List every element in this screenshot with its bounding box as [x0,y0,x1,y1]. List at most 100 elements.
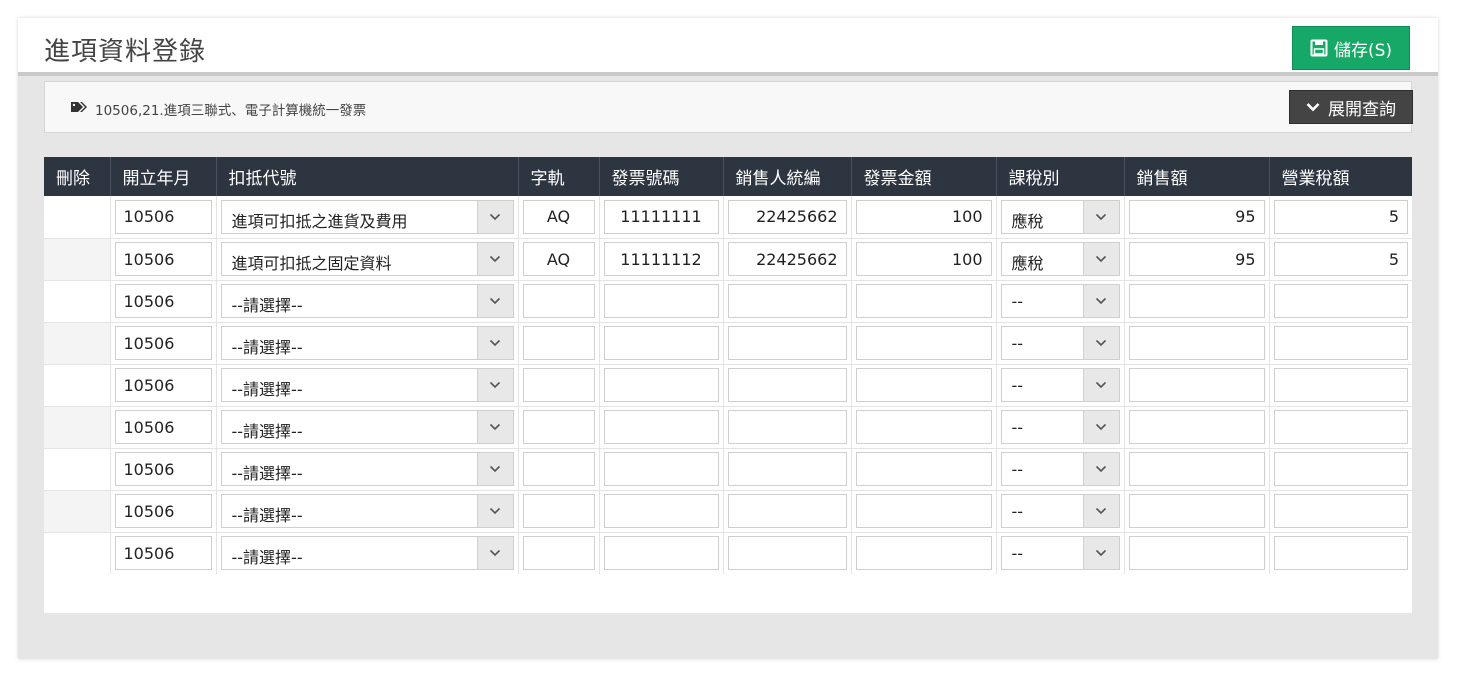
page-title: 進項資料登錄 [44,37,207,67]
month-input[interactable] [114,536,212,571]
seller-id-input[interactable] [727,284,847,318]
delete-cell[interactable] [44,196,110,239]
delete-cell[interactable] [44,490,110,533]
invoice-number-input[interactable] [603,242,719,276]
deduction-code-select[interactable]: --請選擇-- [220,536,514,571]
delete-cell[interactable] [44,322,110,365]
delete-cell[interactable] [44,280,110,323]
month-input[interactable] [114,452,212,486]
delete-cell[interactable] [44,238,110,281]
month-input[interactable] [114,284,212,318]
invoice-amount-input[interactable] [855,536,992,571]
seller-id-input[interactable] [727,326,847,360]
business-tax-input[interactable] [1273,242,1408,276]
dropdown-arrow [476,200,513,233]
tax-type-value: -- [1011,292,1024,311]
sales-amount-input[interactable] [1128,452,1265,486]
delete-cell[interactable] [44,532,110,574]
deduction-code-select[interactable]: 進項可扣抵之固定資料 [220,242,514,276]
deduction-code-select[interactable]: --請選擇-- [220,410,514,444]
invoice-amount-input[interactable] [855,494,992,528]
dropdown-arrow [1082,369,1119,401]
deduction-code-select[interactable]: 進項可扣抵之進貨及費用 [220,199,514,234]
deduction-code-select[interactable]: --請選擇-- [220,494,514,528]
track-input[interactable] [522,326,595,360]
delete-cell[interactable] [44,406,110,449]
delete-cell[interactable] [44,364,110,407]
seller-id-input[interactable] [727,368,847,402]
sales-amount-input[interactable] [1128,284,1265,318]
business-tax-input[interactable] [1273,284,1408,318]
invoice-number-input[interactable] [603,284,719,318]
sales-amount-input[interactable] [1128,242,1265,276]
seller-id-input[interactable] [727,452,847,486]
track-input[interactable] [522,199,595,234]
month-input[interactable] [114,494,212,528]
deduction-code-select[interactable]: --請選擇-- [220,368,514,402]
dropdown-arrow [476,453,513,485]
sales-amount-input[interactable] [1128,326,1265,360]
invoice-number-input[interactable] [603,536,719,571]
save-button[interactable]: 儲存(S) [1292,26,1410,70]
month-input[interactable] [114,410,212,444]
sales-amount-input[interactable] [1128,536,1265,571]
invoice-number-input[interactable] [603,494,719,528]
tax-type-select[interactable]: -- [1000,410,1120,444]
sales-amount-input[interactable] [1128,368,1265,402]
business-tax-input[interactable] [1273,410,1408,444]
invoice-amount-input[interactable] [855,410,992,444]
business-tax-input[interactable] [1273,452,1408,486]
deduction-code-value: --請選擇-- [231,296,303,315]
track-input[interactable] [522,242,595,276]
invoice-amount-input[interactable] [855,199,992,234]
sales-amount-input[interactable] [1128,494,1265,528]
track-input[interactable] [522,536,595,571]
business-tax-input[interactable] [1273,199,1408,234]
track-input[interactable] [522,410,595,444]
seller-id-input[interactable] [727,199,847,234]
dropdown-arrow [476,537,513,570]
invoice-amount-input[interactable] [855,368,992,402]
month-input[interactable] [114,242,212,276]
seller-id-input[interactable] [727,494,847,528]
deduction-code-select[interactable]: --請選擇-- [220,452,514,486]
track-input[interactable] [522,494,595,528]
sales-amount-input[interactable] [1128,410,1265,444]
tax-type-select[interactable]: 應稅 [1000,242,1120,276]
month-input[interactable] [114,326,212,360]
invoice-amount-input[interactable] [855,326,992,360]
business-tax-input[interactable] [1273,326,1408,360]
tax-type-select[interactable]: -- [1000,452,1120,486]
invoice-number-input[interactable] [603,368,719,402]
track-input[interactable] [522,452,595,486]
seller-id-input[interactable] [727,242,847,276]
invoice-amount-input[interactable] [855,242,992,276]
expand-query-button[interactable]: 展開查詢 [1289,90,1413,124]
business-tax-input[interactable] [1273,536,1408,571]
deduction-code-select[interactable]: --請選擇-- [220,284,514,318]
track-input[interactable] [522,368,595,402]
invoice-number-input[interactable] [603,452,719,486]
tax-type-select[interactable]: -- [1000,326,1120,360]
tax-type-select[interactable]: -- [1000,368,1120,402]
tax-type-select[interactable]: -- [1000,536,1120,571]
seller-id-input[interactable] [727,536,847,571]
business-tax-input[interactable] [1273,368,1408,402]
invoice-number-input[interactable] [603,410,719,444]
tax-type-value: 應稅 [1011,211,1044,231]
month-input[interactable] [114,199,212,234]
invoice-number-input[interactable] [603,199,719,234]
tax-type-select[interactable]: 應稅 [1000,199,1120,234]
sales-amount-input[interactable] [1128,199,1265,234]
business-tax-input[interactable] [1273,494,1408,528]
invoice-amount-input[interactable] [855,452,992,486]
month-input[interactable] [114,368,212,402]
deduction-code-select[interactable]: --請選擇-- [220,326,514,360]
track-input[interactable] [522,284,595,318]
invoice-amount-input[interactable] [855,284,992,318]
delete-cell[interactable] [44,448,110,491]
tax-type-select[interactable]: -- [1000,284,1120,318]
invoice-number-input[interactable] [603,326,719,360]
tax-type-select[interactable]: -- [1000,494,1120,528]
seller-id-input[interactable] [727,410,847,444]
